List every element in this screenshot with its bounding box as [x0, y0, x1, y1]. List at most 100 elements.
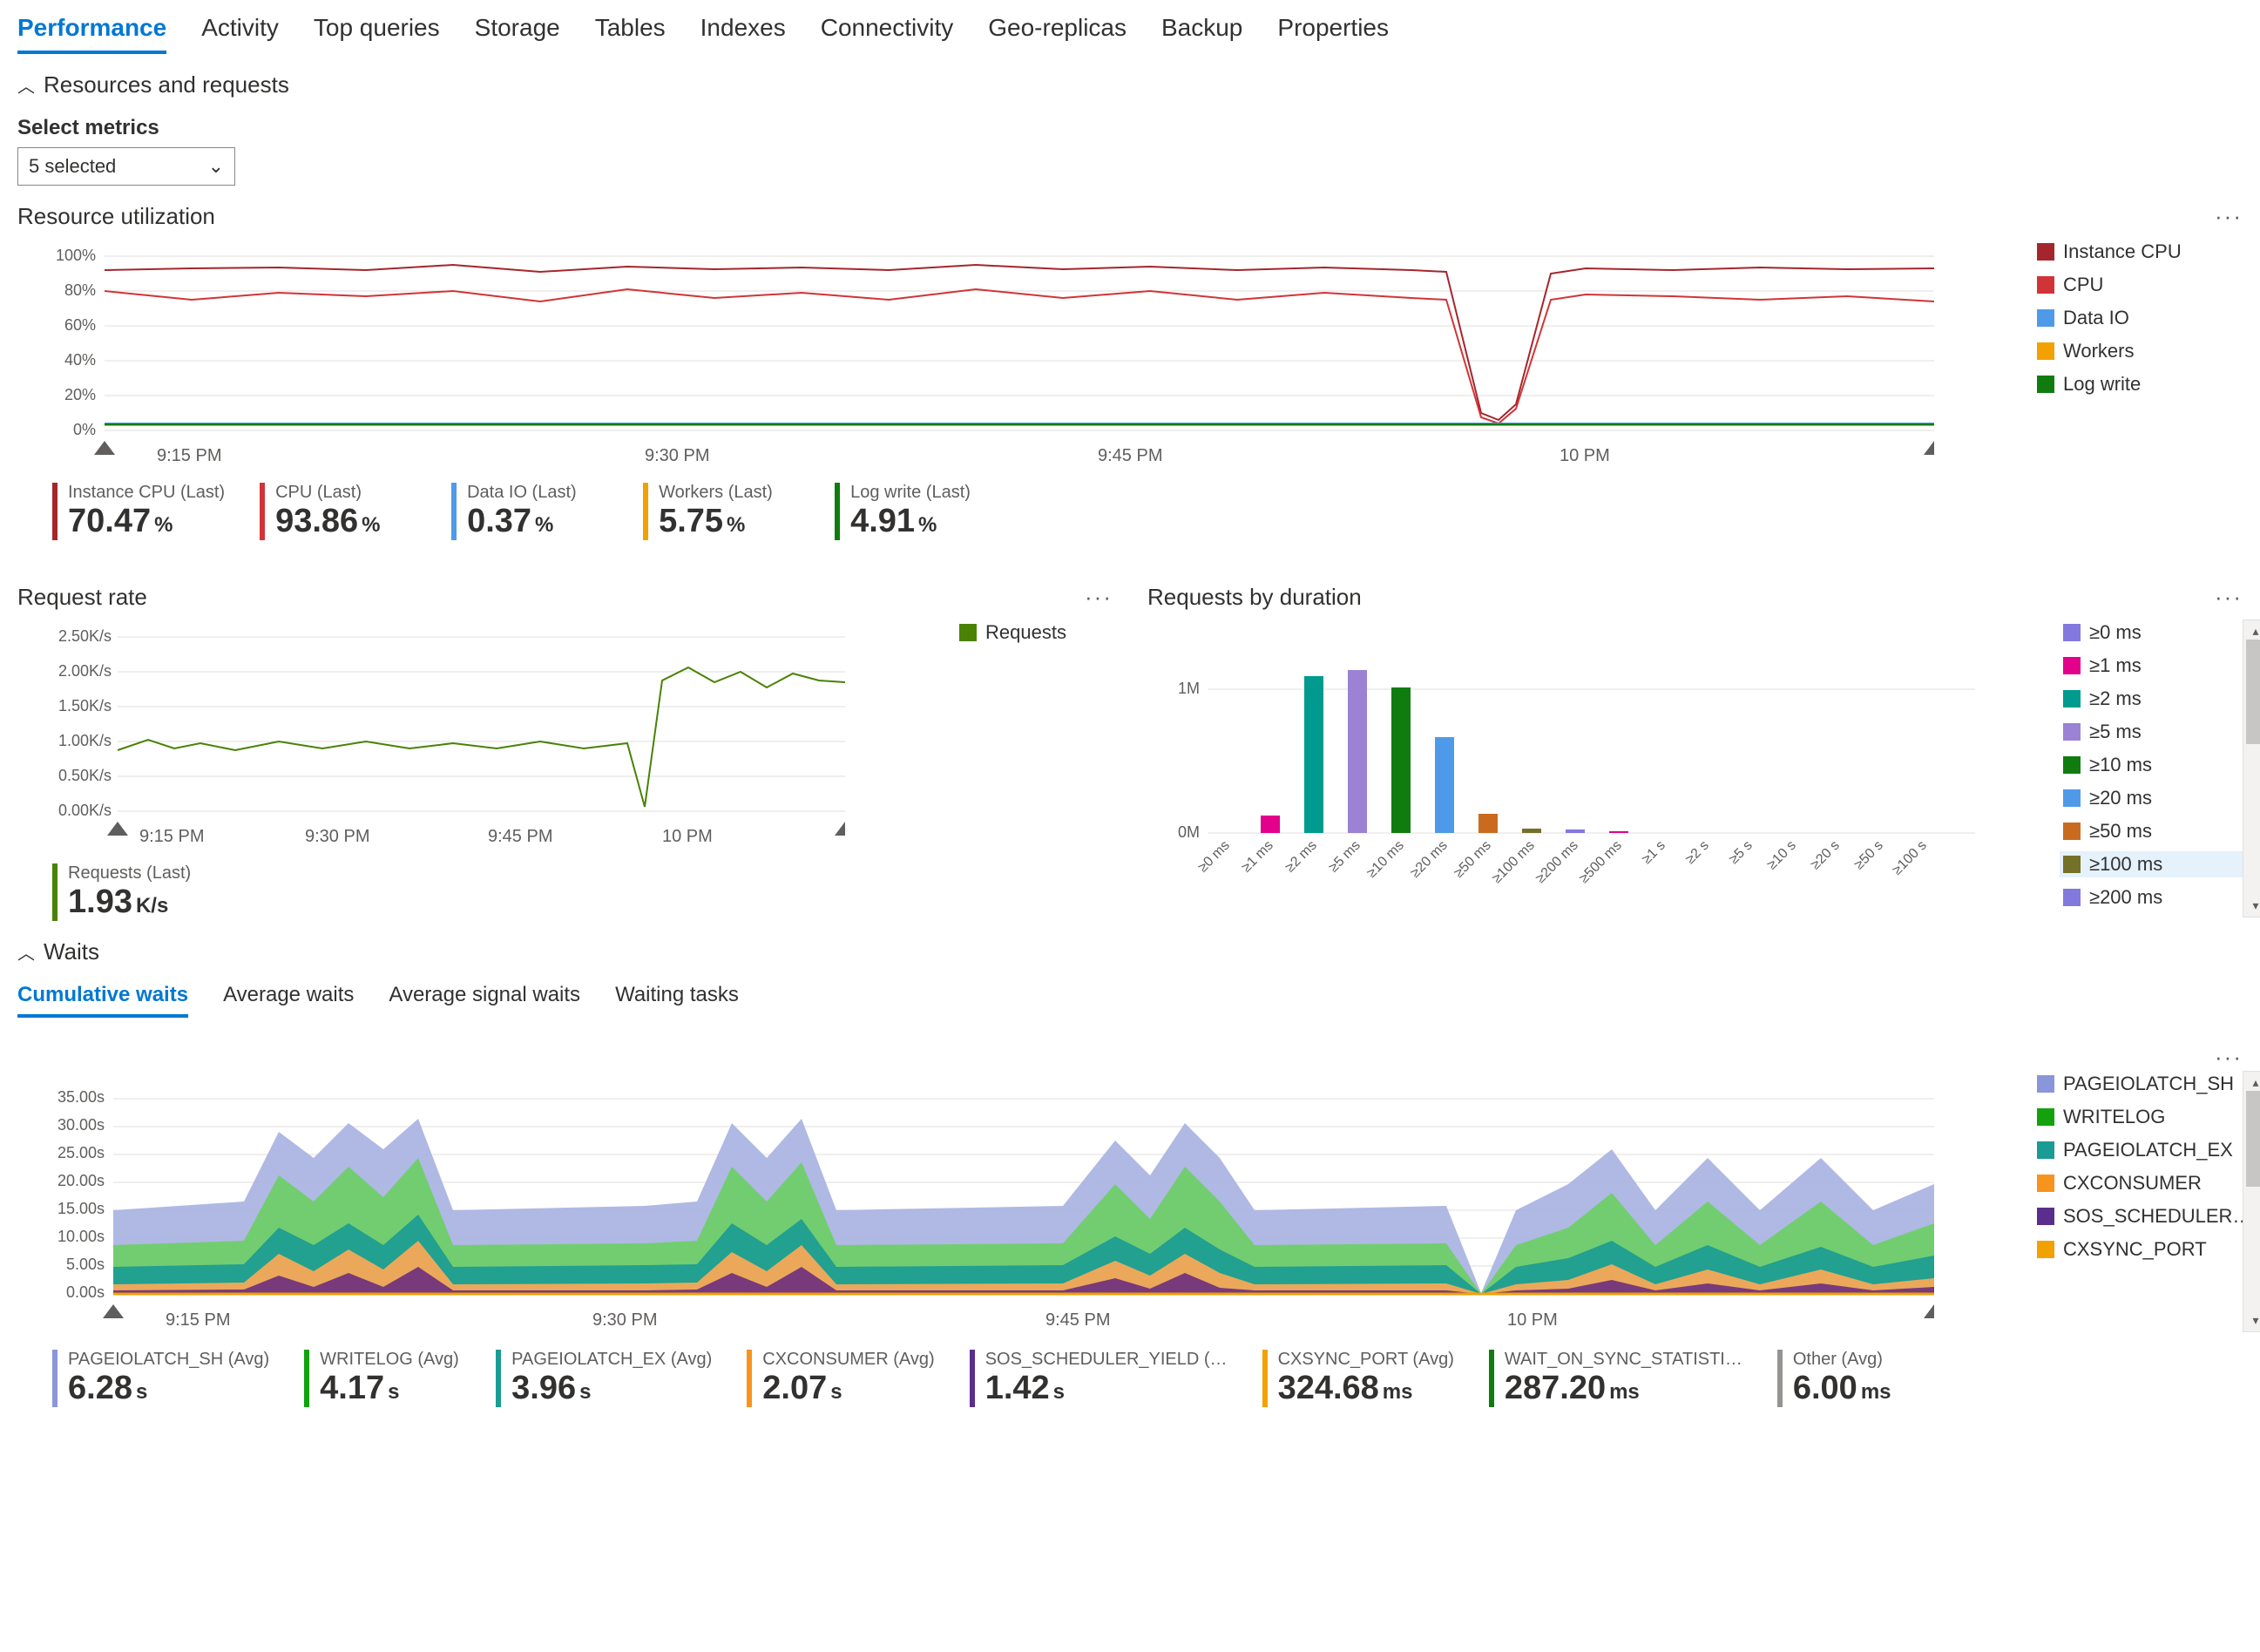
scrollbar-thumb[interactable] [2246, 640, 2260, 744]
svg-text:≥500 ms: ≥500 ms [1576, 838, 1624, 886]
legend-item[interactable]: ≥50 ms [2060, 818, 2243, 844]
svg-text:35.00s: 35.00s [58, 1088, 105, 1106]
svg-text:≥2 s: ≥2 s [1683, 838, 1712, 867]
legend-scrollbar[interactable]: ▴ ▾ [2243, 1071, 2260, 1332]
swatch-icon [2063, 856, 2081, 873]
svg-text:10 PM: 10 PM [662, 827, 713, 846]
legend-item[interactable]: PAGEIOLATCH_EX [2033, 1137, 2243, 1163]
subtab-waiting-tasks[interactable]: Waiting tasks [615, 983, 739, 1018]
svg-text:9:15 PM: 9:15 PM [166, 1310, 230, 1330]
legend-item[interactable]: Requests [956, 620, 1113, 646]
swatch-icon [2063, 756, 2081, 774]
svg-text:≥5 ms: ≥5 ms [1326, 838, 1363, 876]
svg-text:9:45 PM: 9:45 PM [1045, 1310, 1110, 1330]
select-metrics-value: 5 selected [29, 155, 116, 178]
section-waits-header[interactable]: ︿ Waits [17, 938, 2243, 965]
waits-chart[interactable]: 0.00s 5.00s 10.00s 15.00s 20.00s 25.00s … [17, 1071, 2016, 1332]
section-resources-title: Resources and requests [44, 71, 289, 98]
legend-item[interactable]: Data IO [2033, 305, 2243, 331]
legend-item[interactable]: Workers [2033, 338, 2243, 364]
more-icon[interactable]: ··· [2215, 203, 2243, 230]
legend-item[interactable]: CXSYNC_PORT [2033, 1236, 2243, 1263]
legend-item[interactable]: SOS_SCHEDULER… [2033, 1203, 2243, 1229]
resource-util-chart[interactable]: 0% 20% 40% 60% 80% 100% [17, 239, 2016, 465]
metric-card: WAIT_ON_SYNC_STATISTI… 287.20ms [1489, 1350, 1742, 1407]
swatch-icon [2063, 690, 2081, 708]
tab-properties[interactable]: Properties [1277, 14, 1389, 54]
tab-tables[interactable]: Tables [595, 14, 666, 54]
metric-card: Instance CPU (Last) 70.47% [52, 483, 225, 540]
more-icon[interactable]: ··· [1085, 584, 1113, 611]
legend-item[interactable]: PAGEIOLATCH_SH [2033, 1071, 2243, 1097]
section-waits-title: Waits [44, 938, 99, 965]
svg-text:≥10 ms: ≥10 ms [1364, 838, 1407, 881]
svg-text:30.00s: 30.00s [58, 1116, 105, 1134]
legend-item[interactable]: ≥20 ms [2060, 785, 2243, 811]
chevron-up-icon: ︿ [17, 939, 35, 965]
svg-text:40%: 40% [64, 351, 96, 369]
request-rate-chart[interactable]: 0.00K/s 0.50K/s 1.00K/s 1.50K/s 2.00K/s … [17, 620, 938, 846]
svg-text:9:15 PM: 9:15 PM [157, 446, 221, 465]
swatch-icon [2063, 624, 2081, 641]
swatch-icon [2063, 723, 2081, 741]
swatch-icon [2037, 1241, 2054, 1258]
svg-text:≥2 ms: ≥2 ms [1282, 838, 1320, 876]
chart-title-request-rate: Request rate [17, 584, 147, 611]
legend-item[interactable]: WRITELOG [2033, 1104, 2243, 1130]
tab-backup[interactable]: Backup [1161, 14, 1242, 54]
tab-indexes[interactable]: Indexes [700, 14, 786, 54]
more-icon[interactable]: ··· [2215, 1044, 2243, 1071]
swatch-icon [2037, 309, 2054, 327]
request-rate-legend: Requests [938, 620, 1113, 846]
wait-subtabs: Cumulative waits Average waits Average s… [17, 983, 2243, 1018]
svg-text:2.50K/s: 2.50K/s [58, 627, 112, 645]
more-icon[interactable]: ··· [2215, 584, 2243, 611]
subtab-average-signal-waits[interactable]: Average signal waits [389, 983, 580, 1018]
arrow-down-icon[interactable]: ▾ [2252, 895, 2258, 917]
svg-text:≥100 s: ≥100 s [1890, 838, 1930, 878]
svg-text:1.50K/s: 1.50K/s [58, 697, 112, 714]
tab-activity[interactable]: Activity [201, 14, 279, 54]
svg-text:≥20 ms: ≥20 ms [1408, 838, 1451, 881]
svg-text:1M: 1M [1178, 680, 1200, 697]
svg-text:0.50K/s: 0.50K/s [58, 767, 112, 784]
requests-by-duration-chart[interactable]: 0M 1M [1147, 620, 2042, 917]
svg-text:0.00s: 0.00s [66, 1283, 105, 1301]
legend-item[interactable]: Log write [2033, 371, 2243, 397]
legend-item[interactable]: ≥2 ms [2060, 686, 2243, 712]
swatch-icon [2063, 889, 2081, 906]
svg-text:≥200 ms: ≥200 ms [1533, 838, 1580, 886]
arrow-down-icon[interactable]: ▾ [2252, 1310, 2258, 1331]
svg-text:9:45 PM: 9:45 PM [1098, 446, 1162, 465]
legend-item[interactable]: ≥200 ms [2060, 884, 2243, 911]
tab-geo-replicas[interactable]: Geo-replicas [988, 14, 1127, 54]
subtab-cumulative-waits[interactable]: Cumulative waits [17, 983, 188, 1018]
swatch-icon [2037, 1208, 2054, 1225]
legend-item[interactable]: ≥5 ms [2060, 719, 2243, 745]
metric-card: Requests (Last) 1.93K/s [52, 863, 209, 921]
legend-item[interactable]: CPU [2033, 272, 2243, 298]
svg-text:0%: 0% [73, 421, 96, 438]
swatch-icon [2063, 823, 2081, 840]
swatch-icon [2037, 342, 2054, 360]
scrollbar-thumb[interactable] [2246, 1091, 2260, 1187]
legend-item[interactable]: ≥0 ms [2060, 620, 2243, 646]
legend-item[interactable]: CXCONSUMER [2033, 1170, 2243, 1196]
tab-top-queries[interactable]: Top queries [314, 14, 440, 54]
select-metrics-dropdown[interactable]: 5 selected ⌄ [17, 147, 235, 186]
legend-item[interactable]: ≥100 ms [2060, 851, 2243, 877]
tab-performance[interactable]: Performance [17, 14, 166, 54]
legend-item[interactable]: ≥1 ms [2060, 653, 2243, 679]
tab-connectivity[interactable]: Connectivity [821, 14, 954, 54]
svg-text:60%: 60% [64, 316, 96, 334]
svg-text:10.00s: 10.00s [58, 1228, 105, 1245]
tab-storage[interactable]: Storage [475, 14, 560, 54]
legend-item[interactable]: Instance CPU [2033, 239, 2243, 265]
swatch-icon [959, 624, 977, 641]
waits-metrics: PAGEIOLATCH_SH (Avg) 6.28s WRITELOG (Avg… [52, 1350, 2243, 1407]
legend-item[interactable]: ≥10 ms [2060, 752, 2243, 778]
legend-scrollbar[interactable]: ▴ ▾ [2243, 620, 2260, 917]
svg-text:≥50 ms: ≥50 ms [1451, 838, 1494, 881]
section-resources-header[interactable]: ︿ Resources and requests [17, 71, 2243, 98]
subtab-average-waits[interactable]: Average waits [223, 983, 354, 1018]
